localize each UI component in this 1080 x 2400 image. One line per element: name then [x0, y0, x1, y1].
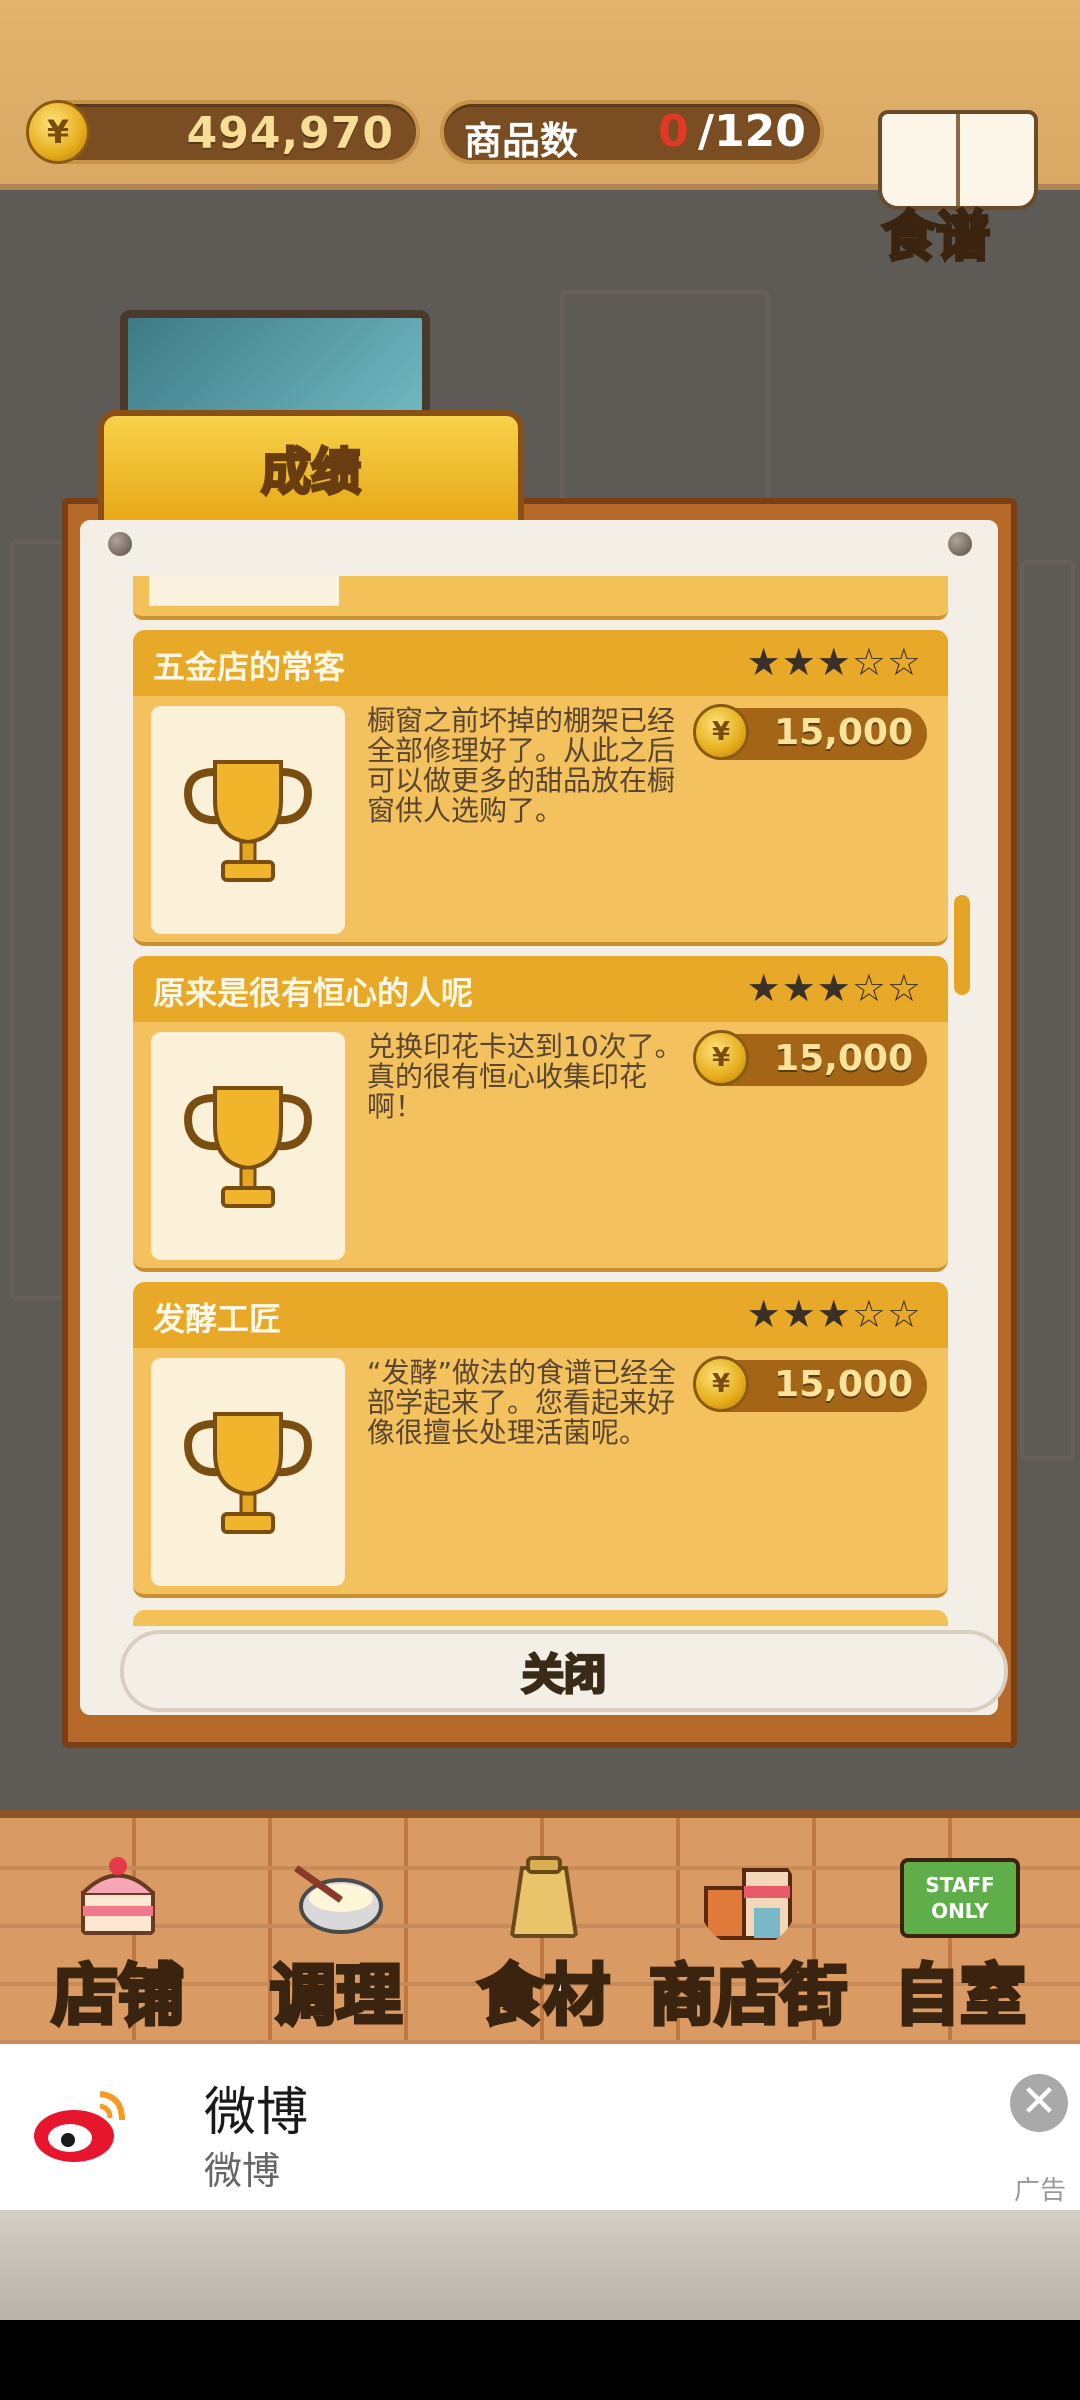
close-button-label: 关闭	[520, 1648, 607, 1700]
achievement-title: 原来是很有恒心的人呢	[153, 974, 474, 1012]
product-count-display: 商品数 0 /120	[440, 100, 824, 164]
trophy-icon	[184, 760, 312, 882]
cake-icon	[81, 1857, 155, 1935]
achievement-description: 兑换印花卡达到10次了。真的很有恒心收集印花啊！	[367, 1030, 683, 1123]
nav-label-shop: 店铺	[50, 1955, 186, 2036]
product-count-total: /120	[698, 106, 806, 157]
coin-icon: ¥	[26, 100, 90, 164]
nav-label-private-room: 自室	[892, 1955, 1028, 2036]
achievement-title: 五金店的常客	[153, 648, 346, 686]
money-display: ¥ 494,970	[26, 100, 420, 164]
flour-sack-icon	[509, 1856, 579, 1938]
trophy-frame	[151, 1358, 345, 1586]
achievement-card-header: 原来是很有恒心的人呢 ★★★☆☆	[133, 956, 948, 1022]
reward-badge: ¥ 15,000	[693, 704, 927, 760]
achievement-title: 发酵工匠	[153, 1300, 282, 1338]
trophy-frame	[151, 706, 345, 934]
coin-icon: ¥	[693, 704, 749, 760]
nav-label-shopping-street: 商店街	[647, 1955, 849, 2036]
nav-label-ingredients: 食材	[476, 1955, 612, 2036]
coin-icon: ¥	[693, 1030, 749, 1086]
product-count-current: 0	[658, 106, 689, 157]
bottom-nav: 店铺 调理 食材 商店街 STAFF ONLY 自室	[0, 1810, 1080, 2044]
top-bar: ¥ 494,970 商品数 0 /120 食谱	[0, 0, 1080, 270]
money-value: 494,970	[186, 108, 394, 159]
nav-item-shopping-street[interactable]: 商店街	[647, 1838, 849, 2038]
achievement-description: “发酵”做法的食谱已经全部学起来了。您看起来好像很擅长处理活菌呢。	[367, 1356, 677, 1449]
trophy-icon	[184, 1412, 312, 1534]
reward-value: 15,000	[774, 712, 913, 753]
reward-value: 15,000	[774, 1364, 913, 1405]
trophy-frame	[151, 1032, 345, 1260]
background-shelf	[10, 540, 70, 1300]
ad-subtitle: 微博	[204, 2149, 281, 2193]
star-rating: ★★★☆☆	[746, 1292, 922, 1336]
background-shelf	[560, 290, 770, 510]
ad-title: 微博	[204, 2083, 309, 2143]
mixing-bowl-icon	[293, 1865, 383, 1934]
reward-badge: ¥ 15,000	[693, 1030, 927, 1086]
trophy-icon	[184, 1086, 312, 1208]
ad-close-button[interactable]: ✕	[1010, 2074, 1068, 2132]
floor-background	[0, 2210, 1080, 2320]
nav-item-private-room[interactable]: STAFF ONLY 自室	[860, 1838, 1060, 2038]
ad-tag: 广告	[1013, 2176, 1066, 2206]
weibo-logo-icon	[34, 2091, 125, 2162]
list-item-partial	[133, 576, 948, 620]
achievement-card-header: 五金店的常客 ★★★☆☆	[133, 630, 948, 696]
nav-item-shop[interactable]: 店铺	[18, 1838, 218, 2038]
pin-icon	[948, 532, 972, 556]
achievements-tab-label: 成绩	[260, 442, 363, 503]
coin-icon: ¥	[693, 1356, 749, 1412]
shop-thumbnail	[120, 310, 430, 420]
nav-label-cook: 调理	[268, 1955, 404, 2036]
system-navigation-bar	[0, 2320, 1080, 2400]
list-item-partial	[133, 1610, 948, 1626]
staff-only-sign-icon: STAFF ONLY	[900, 1858, 1020, 1938]
achievement-description: 橱窗之前坏掉的棚架已经全部修理好了。从此之后可以做更多的甜品放在橱窗供人选购了。	[367, 704, 676, 827]
scrollbar-thumb[interactable]	[954, 895, 970, 995]
recipe-label: 食谱	[881, 204, 992, 270]
reward-badge: ¥ 15,000	[693, 1356, 927, 1412]
nav-item-ingredients[interactable]: 食材	[444, 1838, 644, 2038]
ad-banner[interactable]: 微博 微博 ✕ 广告	[0, 2044, 1080, 2210]
achievement-list[interactable]: 五金店的常客 ★★★☆☆ 橱窗之前坏掉的棚架已经全部修理好了。从此之后可以做更多…	[133, 576, 948, 1626]
star-rating: ★★★☆☆	[746, 966, 922, 1010]
achievement-card: 原来是很有恒心的人呢 ★★★☆☆ 兑换印花卡达到10次了。真的很有恒心收集印花啊…	[133, 956, 948, 1272]
nav-item-cook[interactable]: 调理	[236, 1838, 436, 2038]
pin-icon	[108, 532, 132, 556]
recipe-button[interactable]: 食谱	[868, 100, 1048, 270]
achievement-card-header: 发酵工匠 ★★★☆☆	[133, 1282, 948, 1348]
close-button[interactable]: 关闭	[120, 1630, 1008, 1712]
achievements-tab: 成绩	[98, 410, 524, 520]
reward-value: 15,000	[774, 1038, 913, 1079]
background-shelf	[1020, 560, 1075, 1460]
star-rating: ★★★☆☆	[746, 640, 922, 684]
achievement-card: 五金店的常客 ★★★☆☆ 橱窗之前坏掉的棚架已经全部修理好了。从此之后可以做更多…	[133, 630, 948, 946]
shop-street-icon	[704, 1868, 792, 1940]
product-count-label: 商品数	[464, 119, 579, 163]
achievement-card: 发酵工匠 ★★★☆☆ “发酵”做法的食谱已经全部学起来了。您看起来好像很擅长处理…	[133, 1282, 948, 1598]
